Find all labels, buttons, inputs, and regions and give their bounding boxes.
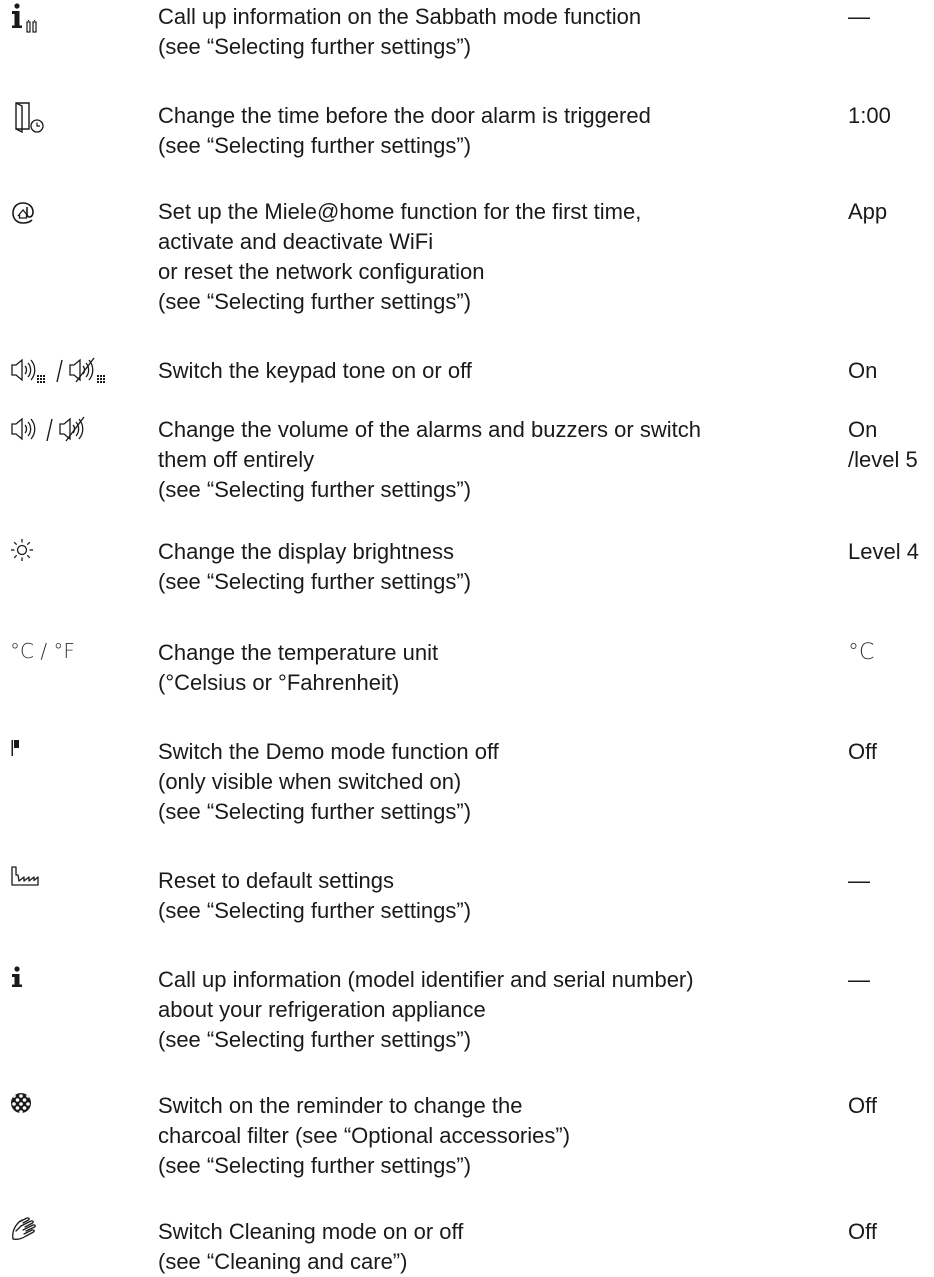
setting-description: Set up the Miele@home function for the f… bbox=[158, 197, 838, 317]
value-line: 1:00 bbox=[848, 103, 891, 128]
door-alarm-timer-icon bbox=[10, 99, 140, 139]
description-line: (see “Selecting further settings”) bbox=[158, 1027, 472, 1052]
sabbath-info-icon bbox=[10, 0, 140, 40]
setting-description: Change the volume of the alarms and buzz… bbox=[158, 415, 838, 505]
value-line: On bbox=[848, 358, 878, 383]
default-value: Level 4 bbox=[848, 537, 934, 567]
setting-description: Switch on the reminder to change the cha… bbox=[158, 1091, 838, 1181]
brightness-icon bbox=[10, 535, 140, 575]
setting-description: Change the display brightness (see “Sele… bbox=[158, 537, 838, 597]
setting-description: Switch the keypad tone on or off bbox=[158, 356, 838, 386]
value-line: On bbox=[848, 417, 878, 442]
description-line: (see “Selecting further settings”) bbox=[158, 799, 472, 824]
setting-description: Reset to default settings (see “Selectin… bbox=[158, 866, 838, 926]
value-line: — bbox=[848, 4, 870, 29]
value-line: — bbox=[848, 967, 870, 992]
default-value: On bbox=[848, 356, 934, 386]
value-line: /level 5 bbox=[848, 447, 918, 472]
default-value: °C bbox=[848, 638, 934, 668]
value-line: App bbox=[848, 199, 888, 224]
description-line: Change the time before the door alarm is… bbox=[158, 103, 651, 128]
description-line: (see “Selecting further settings”) bbox=[158, 898, 472, 923]
description-line: Switch Cleaning mode on or off bbox=[158, 1219, 464, 1244]
default-value: 1:00 bbox=[848, 101, 934, 131]
description-line: (see “Selecting further settings”) bbox=[158, 477, 472, 502]
description-line: Set up the Miele@home function for the f… bbox=[158, 199, 642, 224]
temperature-unit-label: °C / °F bbox=[10, 639, 75, 663]
description-line: Reset to default settings bbox=[158, 868, 395, 893]
description-line: about your refrigeration appliance bbox=[158, 997, 486, 1022]
miele-at-home-icon bbox=[10, 195, 140, 235]
description-line: (see “Selecting further settings”) bbox=[158, 34, 472, 59]
default-value: — bbox=[848, 965, 934, 995]
setting-description: Call up information (model identifier an… bbox=[158, 965, 838, 1055]
default-value: — bbox=[848, 866, 934, 896]
description-line: them off entirely bbox=[158, 447, 315, 472]
value-line: Level 4 bbox=[848, 539, 919, 564]
value-line: — bbox=[848, 868, 870, 893]
setting-description: Switch Cleaning mode on or off (see “Cle… bbox=[158, 1217, 838, 1277]
temperature-unit-icon: °C / °F bbox=[10, 636, 140, 676]
value-line: Off bbox=[848, 1093, 877, 1118]
description-line: Switch the Demo mode function off bbox=[158, 739, 499, 764]
description-line: charcoal filter (see “Optional accessori… bbox=[158, 1123, 571, 1148]
default-value: Off bbox=[848, 1217, 934, 1247]
description-line: Call up information on the Sabbath mode … bbox=[158, 4, 642, 29]
description-line: Call up information (model identifier an… bbox=[158, 967, 694, 992]
description-line: Switch the keypad tone on or off bbox=[158, 358, 472, 383]
factory-reset-icon bbox=[10, 864, 140, 904]
description-line: (°Celsius or °Fahrenheit) bbox=[158, 670, 400, 695]
default-value: Off bbox=[848, 737, 934, 767]
description-line: (see “Selecting further settings”) bbox=[158, 1153, 472, 1178]
setting-description: Change the temperature unit (°Celsius or… bbox=[158, 638, 838, 698]
description-line: Change the temperature unit bbox=[158, 640, 439, 665]
description-line: (only visible when switched on) bbox=[158, 769, 462, 794]
value-line: °C bbox=[848, 640, 875, 665]
demo-mode-icon bbox=[10, 735, 140, 775]
description-line: or reset the network configuration bbox=[158, 259, 485, 284]
default-value: On /level 5 bbox=[848, 415, 934, 475]
value-line: Off bbox=[848, 1219, 877, 1244]
cleaning-mode-icon bbox=[10, 1215, 140, 1255]
value-line: Off bbox=[848, 739, 877, 764]
default-value: — bbox=[848, 2, 934, 32]
description-line: (see “Selecting further settings”) bbox=[158, 289, 472, 314]
description-line: Change the display brightness bbox=[158, 539, 454, 564]
description-line: (see “Selecting further settings”) bbox=[158, 569, 472, 594]
setting-description: Switch the Demo mode function off (only … bbox=[158, 737, 838, 827]
info-icon bbox=[10, 963, 140, 1003]
description-line: (see “Selecting further settings”) bbox=[158, 133, 472, 158]
volume-icon bbox=[10, 413, 140, 453]
setting-description: Call up information on the Sabbath mode … bbox=[158, 2, 838, 62]
description-line: activate and deactivate WiFi bbox=[158, 229, 434, 254]
description-line: Switch on the reminder to change the bbox=[158, 1093, 523, 1118]
description-line: (see “Cleaning and care”) bbox=[158, 1249, 408, 1274]
charcoal-filter-icon bbox=[10, 1089, 140, 1129]
default-value: Off bbox=[848, 1091, 934, 1121]
setting-description: Change the time before the door alarm is… bbox=[158, 101, 838, 161]
description-line: Change the volume of the alarms and buzz… bbox=[158, 417, 701, 442]
keypad-tone-icon bbox=[10, 354, 140, 394]
default-value: App bbox=[848, 197, 934, 227]
